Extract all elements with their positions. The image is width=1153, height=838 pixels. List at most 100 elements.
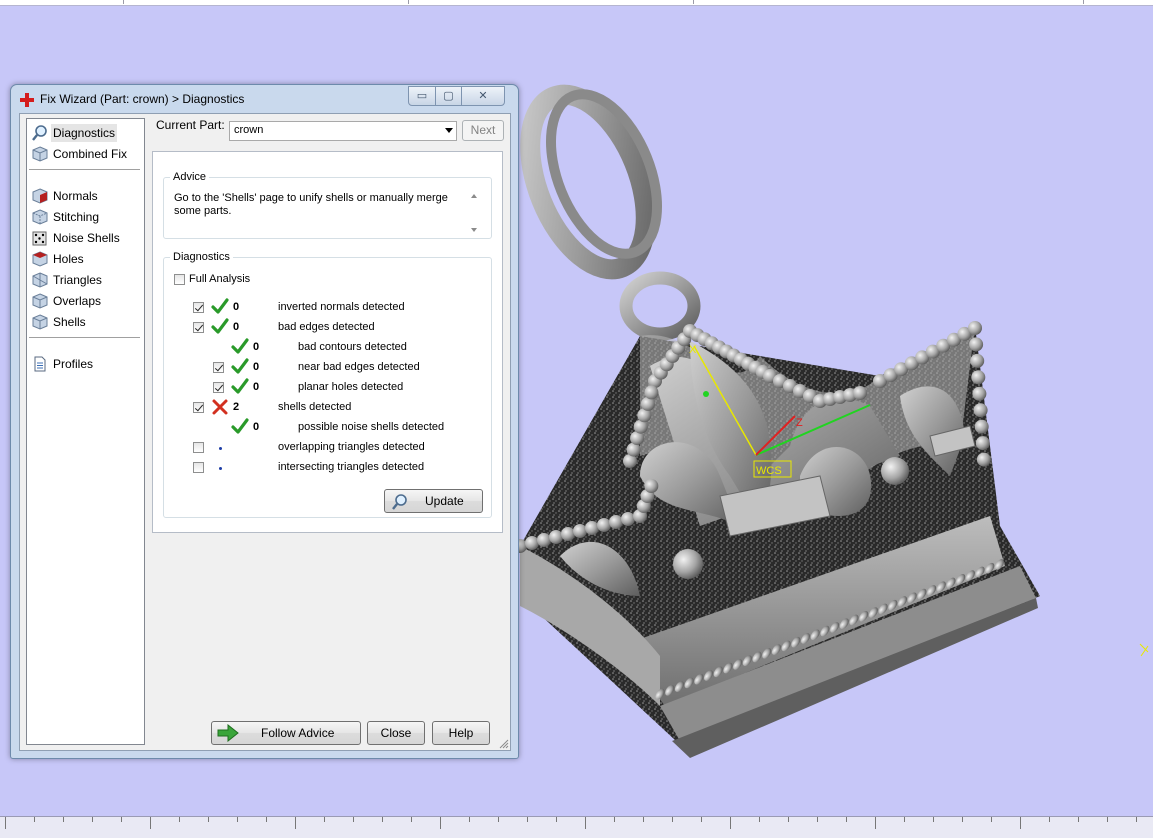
diagnostics-legend: Diagnostics xyxy=(173,251,230,263)
full-analysis-label: Full Analysis xyxy=(189,273,251,285)
overlap-cube-icon xyxy=(32,293,48,309)
ruler-tick xyxy=(672,817,673,822)
minimize-button[interactable]: ▭ xyxy=(408,86,436,106)
bead xyxy=(525,536,539,550)
green-check-icon xyxy=(231,378,249,394)
bead xyxy=(853,386,867,400)
current-part-dropdown[interactable]: crown xyxy=(229,121,457,141)
ruler-tick xyxy=(962,817,963,822)
gizmo-x-label: X xyxy=(689,344,697,356)
ruler-tick xyxy=(991,817,992,822)
gizmo-wcs-label: WCS xyxy=(756,465,782,477)
nav-label-holes: Holes xyxy=(53,252,84,266)
scroll-up-icon[interactable] xyxy=(471,194,477,198)
ruler-tick xyxy=(266,817,267,822)
help-button[interactable]: Help xyxy=(432,721,490,745)
diagnostic-row: 0 planar holes detected xyxy=(153,378,483,398)
nav-label-stitching: Stitching xyxy=(53,210,100,224)
diagnostic-checkbox[interactable] xyxy=(193,442,204,453)
ruler-tick xyxy=(643,817,644,822)
diagnostic-row: 0 inverted normals detected xyxy=(153,298,483,318)
nav-item-triangles[interactable]: Triangles xyxy=(27,270,144,290)
document-icon xyxy=(34,356,46,372)
diagnostic-row: 0 bad edges detected xyxy=(153,318,483,338)
bead xyxy=(970,353,985,368)
diagnostic-checkbox[interactable] xyxy=(193,322,204,333)
nav-label-profiles: Profiles xyxy=(53,357,94,371)
nav-item-noise-shells[interactable]: Noise Shells xyxy=(27,228,144,248)
nav-item-overlaps[interactable]: Overlaps xyxy=(27,291,144,311)
follow-advice-button[interactable]: Follow Advice xyxy=(211,721,361,745)
bead xyxy=(561,527,575,541)
nav-item-combined-fix[interactable]: Combined Fix xyxy=(27,144,144,164)
nav-label-normals: Normals xyxy=(53,189,98,203)
nav-item-holes[interactable]: Holes xyxy=(27,249,144,269)
nav-item-diagnostics[interactable]: Diagnostics xyxy=(27,123,144,143)
axis-marker xyxy=(1139,643,1149,657)
bail-loop xyxy=(619,271,701,341)
update-button[interactable]: Update xyxy=(384,489,483,513)
diagnostic-checkbox[interactable] xyxy=(193,302,204,313)
nav-item-normals[interactable]: Normals xyxy=(27,186,144,206)
diagnostic-count: 0 xyxy=(253,381,260,393)
scroll-down-icon[interactable] xyxy=(471,228,477,232)
diagnostic-checkbox[interactable] xyxy=(193,402,204,413)
ruler-tick xyxy=(5,817,6,829)
bead xyxy=(644,385,659,400)
next-button[interactable]: Next xyxy=(462,120,504,141)
ruler-tick xyxy=(788,817,789,822)
bead xyxy=(971,370,986,385)
diagnostic-count: 0 xyxy=(233,301,240,313)
shell-cube-icon xyxy=(32,314,48,330)
diagnostic-checkbox[interactable] xyxy=(213,382,224,393)
bead xyxy=(975,436,990,451)
ruler-tick xyxy=(63,817,64,822)
green-check-icon xyxy=(231,358,249,374)
ruler-tick xyxy=(150,817,151,829)
diagnostic-count: 0 xyxy=(253,341,260,353)
diagnostic-row: intersecting triangles detected xyxy=(153,458,483,478)
maximize-button[interactable]: ▢ xyxy=(435,86,462,106)
ruler-tick xyxy=(92,817,93,822)
cube-icon xyxy=(32,146,48,162)
ruler-tick xyxy=(121,817,122,822)
ruler-tick xyxy=(411,817,412,822)
nav-item-shells[interactable]: Shells xyxy=(27,312,144,332)
resize-grip-icon[interactable] xyxy=(499,739,509,749)
diagnostic-row: 2 shells detected xyxy=(153,398,483,418)
nav-label-triangles: Triangles xyxy=(53,273,102,287)
ruler-tick xyxy=(1136,817,1137,822)
ruler-tick xyxy=(208,817,209,822)
diagnostics-panel: Advice Go to the 'Shells' page to unify … xyxy=(152,151,503,533)
magnifier-icon xyxy=(392,494,407,510)
title-bar[interactable]: Fix Wizard (Part: crown) > Diagnostics ▭… xyxy=(11,85,518,113)
triangle-cube-icon xyxy=(32,272,48,288)
ruler-tick xyxy=(759,817,760,822)
fix-wizard-window: Fix Wizard (Part: crown) > Diagnostics ▭… xyxy=(10,84,519,759)
bottom-ruler xyxy=(0,816,1153,838)
nav-item-stitching[interactable]: Stitching xyxy=(27,207,144,227)
ruler-tick xyxy=(179,817,180,822)
diagnostic-checkbox[interactable] xyxy=(213,362,224,373)
pendant-rings xyxy=(520,84,663,280)
wizard-nav: Diagnostics Combined Fix Normals Stitchi… xyxy=(26,118,145,745)
advice-scrollbar[interactable] xyxy=(468,190,480,236)
diagnostic-label: bad contours detected xyxy=(298,341,407,353)
close-button[interactable]: Close xyxy=(367,721,425,745)
advice-legend: Advice xyxy=(173,171,207,183)
bead xyxy=(968,321,982,335)
diagnostic-checkbox[interactable] xyxy=(193,462,204,473)
close-window-button[interactable]: ✕ xyxy=(461,86,505,106)
nav-item-profiles[interactable]: Profiles xyxy=(27,354,144,374)
diagnostic-count: 0 xyxy=(253,361,260,373)
ruler-tick xyxy=(1107,817,1108,822)
ruler-tick xyxy=(324,817,325,822)
green-check-icon xyxy=(231,338,249,354)
green-check-icon xyxy=(211,298,229,314)
bead xyxy=(573,524,587,538)
bead xyxy=(973,403,988,418)
ruler-tick xyxy=(1078,817,1079,822)
full-analysis-checkbox[interactable] xyxy=(174,274,185,285)
stitching-cube-icon xyxy=(32,209,48,225)
chevron-down-icon xyxy=(445,128,453,133)
